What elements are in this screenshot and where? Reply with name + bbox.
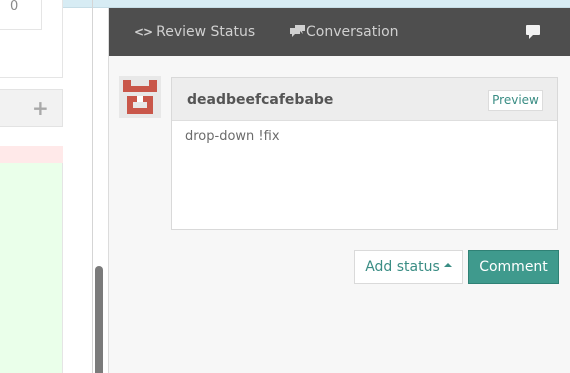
add-status-button[interactable]: Add status bbox=[354, 250, 463, 284]
comment-text: drop-down !fix bbox=[185, 129, 280, 144]
tab-conversation[interactable]: Conversation bbox=[290, 8, 399, 56]
top-strip bbox=[0, 0, 570, 8]
comment-button[interactable]: Comment bbox=[468, 250, 559, 284]
tab-review-status[interactable]: <> Review Status bbox=[134, 8, 255, 56]
caret-up-icon bbox=[443, 263, 452, 267]
comment-header: deadbeefcafebabe Preview bbox=[172, 78, 557, 121]
comment-author: deadbeefcafebabe bbox=[187, 92, 334, 108]
scrollbar-thumb[interactable] bbox=[95, 266, 103, 373]
plus-icon[interactable]: + bbox=[32, 98, 49, 118]
tab-review-status-label: Review Status bbox=[156, 24, 256, 40]
review-tabs: <> Review Status Conversation bbox=[109, 8, 570, 56]
file-card: 0 bbox=[0, 0, 63, 78]
scrollbar-track bbox=[92, 0, 93, 373]
identicon-icon bbox=[123, 80, 157, 114]
review-panel: <> Review Status Conversation deadbeefca… bbox=[108, 8, 570, 373]
preview-button[interactable]: Preview bbox=[488, 90, 543, 111]
file-header: + bbox=[0, 89, 63, 127]
code-icon: <> bbox=[134, 25, 153, 39]
file-card-digit: 0 bbox=[10, 0, 19, 14]
comment-box: deadbeefcafebabe Preview drop-down !fix bbox=[171, 77, 558, 230]
file-card-cell: 0 bbox=[0, 0, 42, 30]
tab-conversation-label: Conversation bbox=[306, 24, 399, 40]
diff-deleted-line bbox=[0, 146, 63, 163]
add-status-label: Add status bbox=[365, 259, 440, 275]
comment-textarea[interactable]: drop-down !fix bbox=[173, 122, 556, 228]
avatar bbox=[119, 76, 161, 118]
chat-bubbles-icon bbox=[290, 8, 306, 56]
diff-added-block bbox=[0, 163, 63, 373]
speech-bubble-icon[interactable] bbox=[526, 24, 544, 40]
diff-panel: 0 + bbox=[0, 0, 63, 373]
